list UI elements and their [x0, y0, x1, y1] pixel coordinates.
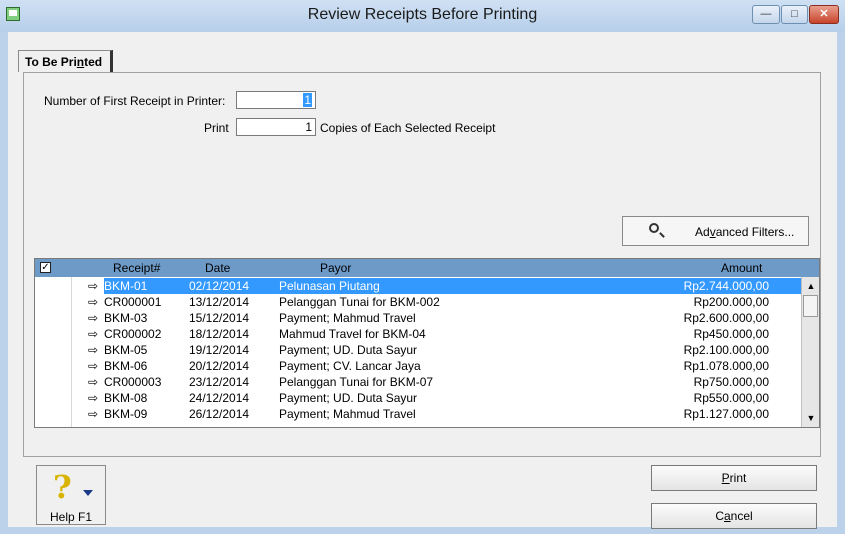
cell-receipt: BKM-03 — [104, 311, 148, 325]
arrow-right-icon: ⇨ — [88, 375, 99, 389]
cell-amount: Rp450.000,00 — [693, 327, 769, 341]
table-row[interactable]: ⇨ CR000003 23/12/2014 Pelanggan Tunai for B… — [35, 374, 803, 390]
arrow-right-icon: ⇨ — [88, 327, 99, 341]
scroll-down-icon[interactable]: ▼ — [804, 411, 818, 425]
cell-receipt: CR000001 — [104, 295, 162, 309]
cell-receipt: CR000002 — [104, 327, 162, 341]
dialog-window: Review Receipts Before Printing — □ ✕ To… — [0, 0, 845, 534]
cell-payor: Pelanggan Tunai for BKM-07 — [279, 375, 434, 389]
advanced-filters-button[interactable]: Advanced Filters... — [622, 216, 809, 246]
col-header-receipt[interactable]: Receipt# — [113, 261, 160, 275]
cell-receipt: BKM-05 — [104, 343, 148, 357]
receipts-grid[interactable]: ✓ Receipt# Date Payor Amount ⇨ BKM-01 02/1… — [34, 258, 820, 428]
select-all-checkbox[interactable]: ✓ — [40, 262, 51, 273]
cell-amount: Rp750.000,00 — [693, 375, 769, 389]
arrow-right-icon: ⇨ — [88, 279, 99, 293]
tab-label-post: ted — [84, 55, 103, 69]
arrow-right-icon: ⇨ — [88, 311, 99, 325]
arrow-right-icon: ⇨ — [88, 343, 99, 357]
window-title: Review Receipts Before Printing — [307, 6, 538, 23]
arrow-right-icon: ⇨ — [88, 295, 99, 309]
print-copies-input[interactable]: 1 — [236, 118, 316, 136]
cancel-post: ncel — [730, 509, 753, 523]
cell-payor: Payment; Mahmud Travel — [279, 311, 416, 325]
cell-date: 02/12/2014 — [189, 279, 250, 293]
help-label: Help F1 — [49, 510, 93, 524]
grid-scrollbar[interactable]: ▲ ▼ — [801, 277, 819, 427]
col-header-date[interactable]: Date — [205, 261, 230, 275]
cell-date: 18/12/2014 — [189, 327, 250, 341]
tab-to-be-printed[interactable]: To Be Printed — [18, 50, 114, 72]
scroll-thumb[interactable] — [803, 295, 818, 317]
scroll-up-icon[interactable]: ▲ — [804, 279, 818, 293]
print-button[interactable]: Print — [651, 465, 817, 491]
cell-receipt: BKM-08 — [104, 391, 148, 405]
col-header-amount[interactable]: Amount — [721, 261, 762, 275]
cell-date: 24/12/2014 — [189, 391, 250, 405]
print-mnemonic: P — [721, 471, 730, 485]
help-button[interactable]: ? Help F1 — [36, 465, 106, 525]
first-receipt-input[interactable]: 1 — [236, 91, 316, 109]
dropdown-arrow-icon — [83, 490, 93, 496]
cell-date: 13/12/2014 — [189, 295, 250, 309]
title-bar[interactable]: Review Receipts Before Printing — □ ✕ — [0, 0, 845, 32]
table-row[interactable]: ⇨ BKM-03 15/12/2014 Payment; Mahmud Travel R… — [35, 310, 803, 326]
question-mark-icon: ? — [53, 468, 72, 506]
table-row[interactable]: ⇨ CR000001 13/12/2014 Pelanggan Tunai for B… — [35, 294, 803, 310]
cell-receipt: BKM-06 — [104, 359, 148, 373]
col-header-payor[interactable]: Payor — [320, 261, 351, 275]
arrow-right-icon: ⇨ — [88, 391, 99, 405]
cell-payor: Payment; CV. Lancar Jaya — [279, 359, 421, 373]
table-row[interactable]: ⇨ BKM-05 19/12/2014 Payment; UD. Duta Sayur… — [35, 342, 803, 358]
cell-receipt: BKM-01 — [104, 279, 148, 293]
cell-amount: Rp550.000,00 — [693, 391, 769, 405]
cell-payor: Pelanggan Tunai for BKM-002 — [279, 295, 440, 309]
minimize-button[interactable]: — — [752, 5, 780, 24]
cancel-button[interactable]: Cancel — [651, 503, 817, 529]
table-row[interactable]: ⇨ BKM-01 02/12/2014 Pelunasan Piutang Rp2.74… — [35, 278, 803, 294]
copies-suffix-label: Copies of Each Selected Receipt — [320, 121, 496, 135]
cell-payor: Payment; Mahmud Travel — [279, 407, 416, 421]
cell-amount: Rp200.000,00 — [693, 295, 769, 309]
cell-date: 19/12/2014 — [189, 343, 250, 357]
cell-receipt: CR000003 — [104, 375, 162, 389]
cell-amount: Rp2.100.000,00 — [683, 343, 769, 357]
cell-amount: Rp2.600.000,00 — [683, 311, 769, 325]
grid-header: ✓ Receipt# Date Payor Amount — [35, 259, 819, 277]
print-label: Print — [204, 121, 229, 135]
maximize-button[interactable]: □ — [781, 5, 808, 24]
print-post: rint — [729, 471, 747, 485]
cell-date: 23/12/2014 — [189, 375, 250, 389]
table-row[interactable]: ⇨ BKM-08 24/12/2014 Payment; UD. Duta Sayur… — [35, 390, 803, 406]
cell-payor: Mahmud Travel for BKM-04 — [279, 327, 426, 341]
cell-payor: Payment; UD. Duta Sayur — [279, 343, 418, 357]
cancel-pre: C — [715, 509, 724, 523]
magnifier-icon — [649, 223, 659, 233]
close-button[interactable]: ✕ — [809, 5, 839, 24]
cell-amount: Rp1.078.000,00 — [683, 359, 769, 373]
cell-date: 15/12/2014 — [189, 311, 250, 325]
table-row[interactable]: ⇨ BKM-06 20/12/2014 Payment; CV. Lancar Jay… — [35, 358, 803, 374]
cell-date: 26/12/2014 — [189, 407, 250, 421]
arrow-right-icon: ⇨ — [88, 359, 99, 373]
cell-receipt: BKM-09 — [104, 407, 148, 421]
adv-post: anced Filters... — [715, 225, 795, 239]
adv-pre: Ad — [695, 225, 710, 239]
cell-amount: Rp2.744.000,00 — [683, 279, 769, 293]
table-row[interactable]: ⇨ CR000002 18/12/2014 Mahmud Travel for BKM… — [35, 326, 803, 342]
cancel-mnemonic: a — [723, 509, 731, 523]
arrow-right-icon: ⇨ — [88, 407, 99, 421]
cell-amount: Rp1.127.000,00 — [683, 407, 769, 421]
first-receipt-value: 1 — [303, 93, 312, 107]
cell-payor: Payment; UD. Duta Sayur — [279, 391, 418, 405]
cell-date: 20/12/2014 — [189, 359, 250, 373]
advanced-filters-label: Advanced Filters... — [695, 225, 794, 239]
first-receipt-label: Number of First Receipt in Printer: — [44, 94, 226, 108]
tab-label-pre: To Be Pri — [25, 55, 77, 69]
table-row[interactable]: ⇨ BKM-09 26/12/2014 Payment; Mahmud Travel R… — [35, 406, 803, 422]
cell-payor: Pelunasan Piutang — [279, 279, 380, 293]
